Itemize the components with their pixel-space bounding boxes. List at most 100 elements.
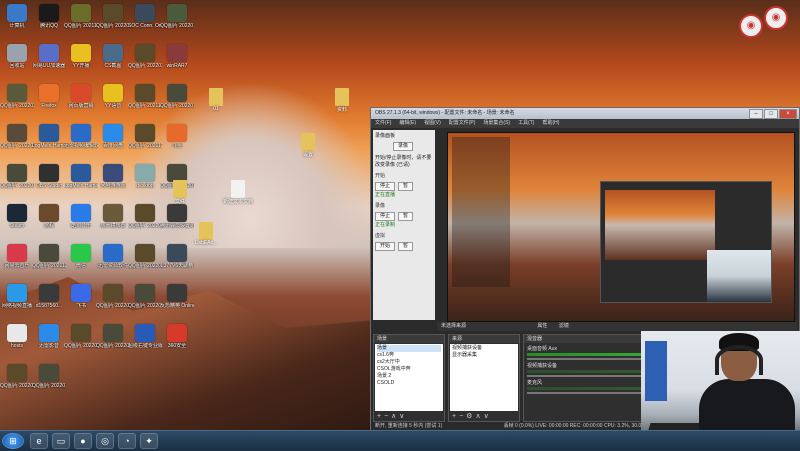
- desktop-icon[interactable]: QQ图片 20220120...: [0, 164, 34, 189]
- desktop-icon[interactable]: winRAR7: [160, 44, 194, 69]
- desktop-icon[interactable]: 放大镜放置: [96, 204, 130, 229]
- desktop-icon[interactable]: 网易云音乐: [0, 244, 34, 269]
- desktop-icon[interactable]: 百度网盘: [96, 124, 130, 149]
- scene-item[interactable]: 场景: [377, 345, 441, 352]
- desktop-icon[interactable]: QQ图片 20211212...: [64, 4, 98, 29]
- desktop-icon[interactable]: QQ图片 20220210...: [0, 124, 34, 149]
- desktop-icon[interactable]: QQ图片 20220120...: [128, 204, 162, 229]
- desktop-icon[interactable]: 微信: [64, 244, 98, 269]
- desktop-icon[interactable]: QQ图片 20220118...: [96, 284, 130, 309]
- obs-icon[interactable]: ●: [74, 433, 92, 449]
- source-item[interactable]: 视频捕获设备: [452, 345, 516, 352]
- desktop-icon[interactable]: d1587560...: [32, 284, 66, 309]
- desktop-icon[interactable]: 网易UU加速器: [32, 44, 66, 69]
- desktop-icon[interactable]: LogMeIn Hamachi: [32, 124, 66, 149]
- maximize-icon[interactable]: □: [764, 109, 778, 119]
- menu-item[interactable]: 场景集合(S): [483, 119, 510, 128]
- desktop-icon[interactable]: LogMeIn Hamachi: [64, 164, 98, 189]
- dock-toolbar[interactable]: +−⚙∧∨: [452, 412, 492, 420]
- floating-app-icon[interactable]: ◉: [739, 14, 763, 38]
- menu-item[interactable]: 文件(F): [375, 119, 391, 128]
- desktop-icon[interactable]: 飞书: [64, 284, 98, 309]
- desktop-icon[interactable]: SOC Conn. Online: [128, 4, 162, 29]
- desktop-icon[interactable]: 旅程: [32, 204, 66, 229]
- minimize-icon[interactable]: –: [749, 109, 763, 119]
- source-item[interactable]: 显示器采集: [452, 352, 516, 359]
- desktop-folder[interactable]: 资料: [322, 88, 362, 113]
- desktop-icon[interactable]: L377V6天聊精: [160, 244, 194, 269]
- desktop-icon[interactable]: Steam: [0, 204, 34, 229]
- menu-item[interactable]: 编辑(E): [399, 119, 416, 128]
- properties-button[interactable]: 属性: [537, 323, 547, 329]
- desktop-icon[interactable]: 米哈游游戏: [96, 164, 130, 189]
- desktop-icon[interactable]: QQ图片 20220118...: [0, 364, 34, 389]
- desktop-icon[interactable]: QQ图片 20220205...: [0, 84, 34, 109]
- scene-item[interactable]: CSOL游戏中奔: [377, 366, 441, 373]
- desktop-icon[interactable]: QQ图片 20220120...: [96, 324, 130, 349]
- floating-app-icon[interactable]: ◉: [764, 6, 788, 30]
- desktop-icon[interactable]: QQ图片 20220120...: [128, 284, 162, 309]
- desktop-icon[interactable]: 迅雷资源软件: [96, 244, 130, 269]
- dock-toolbar[interactable]: +−∧∨: [377, 412, 407, 420]
- obs-titlebar[interactable]: OBS 27.1.3 (64-bit, windows) - 配置文件: 未命名…: [371, 108, 799, 119]
- menu-item[interactable]: 帮助(H): [542, 119, 559, 128]
- pause-button[interactable]: 暂: [398, 212, 414, 221]
- scene-item[interactable]: 场景 2: [377, 373, 441, 380]
- desktop-icon[interactable]: Firefox: [32, 84, 66, 109]
- menu-item[interactable]: 视图(V): [424, 119, 441, 128]
- desktop-icon[interactable]: 酷狗音乐: [64, 204, 98, 229]
- desktop-icon[interactable]: 回收站: [0, 44, 34, 69]
- desktop-icon[interactable]: QQ图片 20211212...: [128, 84, 162, 109]
- start-virtual-button[interactable]: 开始: [375, 242, 396, 251]
- desktop-icon[interactable]: QQ图片 20211202...: [32, 244, 66, 269]
- record-button[interactable]: 录像: [393, 142, 414, 151]
- windows-icon[interactable]: ⊞: [2, 433, 24, 449]
- desktop-icon[interactable]: 网络视频直播: [0, 284, 34, 309]
- desktop-icon[interactable]: 反恐精英 Online: [160, 284, 194, 309]
- scene-item[interactable]: cs2大厅中: [377, 359, 441, 366]
- desktop-text-file[interactable]: 新建文本文档: [218, 180, 258, 205]
- close-icon[interactable]: ×: [779, 109, 797, 119]
- filters-button[interactable]: 滤镜: [559, 323, 569, 329]
- desktop-folder[interactable]: 文件: [160, 180, 200, 205]
- preview-canvas[interactable]: [447, 132, 795, 322]
- desktop-icon[interactable]: 计算机: [0, 4, 34, 29]
- desktop-icon[interactable]: QQ图片 20220124...: [32, 364, 66, 389]
- desktop-icon[interactable]: 360安全: [160, 324, 194, 349]
- desktop-icon[interactable]: QQ图片 20220127...: [160, 4, 194, 29]
- desktop-icon[interactable]: QQ图片 20220214...: [128, 44, 162, 69]
- desktop-icon[interactable]: YY语音: [96, 84, 130, 109]
- desktop-icon[interactable]: OBS Studio: [32, 164, 66, 189]
- cs-icon[interactable]: ✦: [140, 433, 158, 449]
- desktop-icon[interactable]: hosts: [0, 324, 34, 349]
- explorer-icon[interactable]: ▭: [52, 433, 70, 449]
- desktop-icon[interactable]: 超级右键专业版: [128, 324, 162, 349]
- pause-button[interactable]: 暂: [398, 182, 414, 191]
- desktop-icon[interactable]: YY开播: [64, 44, 98, 69]
- desktop-icon[interactable]: 网页版营销: [64, 84, 98, 109]
- desktop-icon[interactable]: QQ图片 20220120...: [160, 84, 194, 109]
- desktop-icon[interactable]: QQ图片 20220206...: [128, 244, 162, 269]
- steam-icon[interactable]: ◎: [96, 433, 114, 449]
- scene-item[interactable]: cs1.6奔: [377, 352, 441, 359]
- desktop-folder[interactable]: UsbEAs...: [186, 222, 226, 246]
- desktop-icon[interactable]: 迅雷视频编辑软件: [64, 124, 98, 149]
- desktop-icon[interactable]: desktop: [128, 164, 162, 189]
- scene-item[interactable]: CSOLD: [377, 380, 441, 387]
- pause-button[interactable]: 暂: [398, 242, 414, 251]
- desktop-icon[interactable]: 腾讯QQ: [32, 4, 66, 29]
- desktop-icon[interactable]: QQ图片 20220118...: [96, 4, 130, 29]
- stop-stream-button[interactable]: 停止: [375, 182, 396, 191]
- desktop-folder[interactable]: 01: [196, 88, 236, 112]
- desktop-icon[interactable]: CS截图: [96, 44, 130, 69]
- recycle-icon[interactable]: ◔: [118, 433, 136, 449]
- menu-item[interactable]: 工具(T): [518, 119, 534, 128]
- menu-item[interactable]: 配置文件(P): [449, 119, 476, 128]
- desktop-icon[interactable]: QQ图片 20211220...: [128, 124, 162, 149]
- desktop-icon[interactable]: 斗鱼: [160, 124, 194, 149]
- desktop-icon[interactable]: 迅雷影音: [32, 324, 66, 349]
- ie-icon[interactable]: e: [30, 433, 48, 449]
- stop-record-button[interactable]: 停止: [375, 212, 396, 221]
- desktop-icon[interactable]: QQ图片 20220119...: [64, 324, 98, 349]
- desktop-folder[interactable]: 设置: [288, 133, 328, 158]
